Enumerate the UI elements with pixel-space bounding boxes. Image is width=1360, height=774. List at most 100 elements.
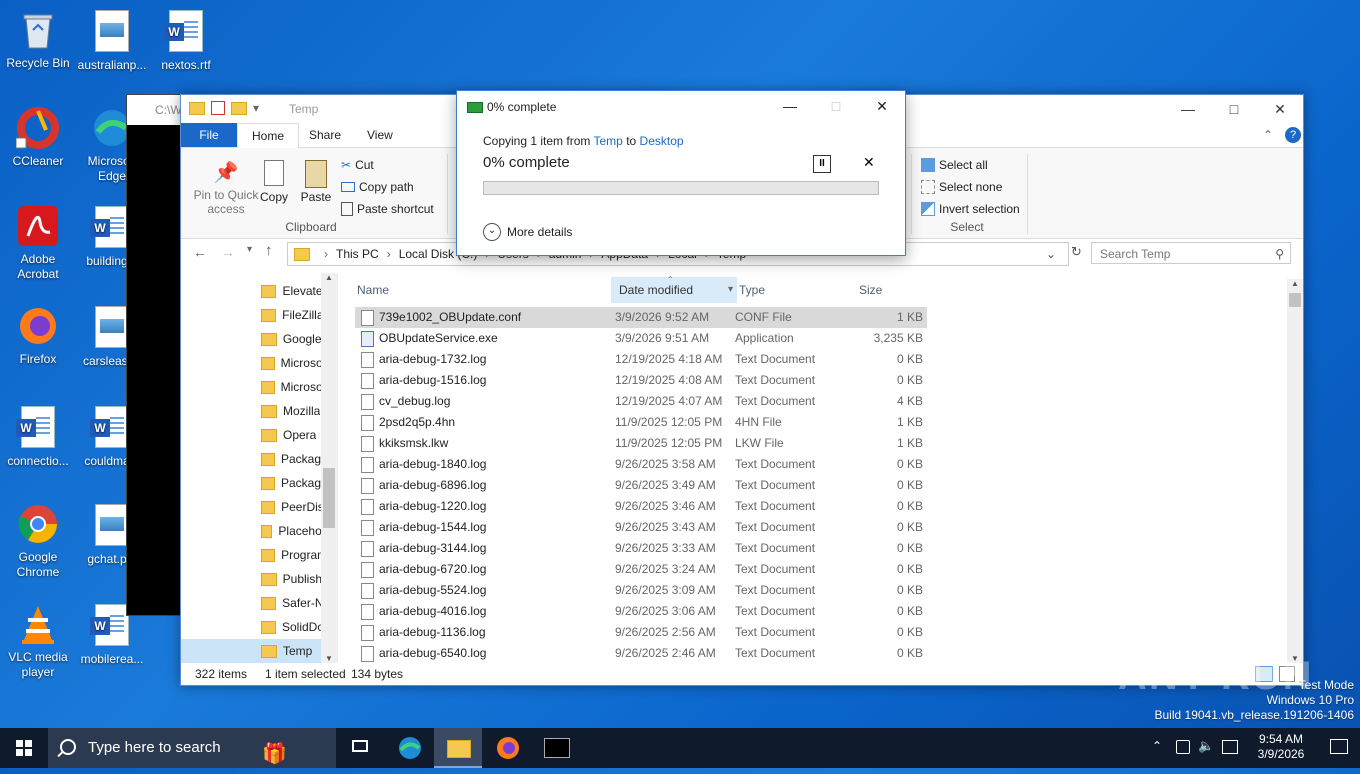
scroll-thumb[interactable] (1289, 293, 1301, 307)
file-row[interactable]: aria-debug-1220.log 9/26/2025 3:46 AM Text… (355, 496, 927, 517)
nav-item[interactable]: Microsoft (261, 351, 321, 375)
scroll-up-icon[interactable]: ▲ (1287, 279, 1303, 288)
dialog-title-bar[interactable]: 0% complete — □ ✕ (457, 91, 905, 121)
system-clock[interactable]: 9:54 AM 3/9/2026 (1246, 732, 1316, 762)
desktop-icon-ccleaner[interactable]: CCleaner (0, 106, 76, 169)
nav-item[interactable]: Google (261, 327, 321, 351)
task-view-button[interactable] (338, 728, 386, 768)
file-row[interactable]: aria-debug-6896.log 9/26/2025 3:49 AM Text… (355, 475, 927, 496)
notifications-icon[interactable] (1330, 739, 1348, 754)
more-details-toggle[interactable]: ⌄ More details (483, 223, 572, 241)
copy-progress-dialog[interactable]: 0% complete — □ ✕ Copying 1 item from Te… (456, 90, 906, 256)
desktop-icon-chrome[interactable]: Google Chrome (0, 502, 76, 580)
maximize-button[interactable]: □ (1211, 95, 1257, 123)
column-header-name[interactable]: Name (357, 277, 389, 303)
minimize-button[interactable]: — (1165, 95, 1211, 123)
dialog-close-button[interactable]: ✕ (859, 91, 905, 121)
file-row[interactable]: cv_debug.log 12/19/2025 4:07 AM Text Docum… (355, 391, 927, 412)
recent-locations-icon[interactable]: ▾ (247, 244, 252, 255)
file-row[interactable]: aria-debug-6720.log 9/26/2025 3:24 AM Text… (355, 559, 927, 580)
taskbar-command-prompt[interactable] (532, 728, 580, 768)
chevron-down-icon[interactable]: ▾ (728, 277, 733, 303)
file-row[interactable]: aria-debug-1516.log 12/19/2025 4:08 AM Tex… (355, 370, 927, 391)
breadcrumb-this-pc[interactable]: This PC (336, 247, 379, 261)
nav-item[interactable]: SolidDo (261, 615, 321, 639)
nav-item[interactable]: Temp (181, 639, 321, 663)
nav-item[interactable]: Package (261, 447, 321, 471)
file-row[interactable]: OBUpdateService.exe 3/9/2026 9:51 AM Appli… (355, 328, 927, 349)
properties-icon[interactable] (211, 101, 225, 115)
file-row[interactable]: aria-debug-1136.log 9/26/2025 2:56 AM Text… (355, 622, 927, 643)
search-input[interactable]: Search Temp ⚲ (1091, 242, 1291, 264)
file-row[interactable]: kkiksmsk.lkw 11/9/2025 12:05 PM LKW File 1 … (355, 433, 927, 454)
taskbar-search-box[interactable]: Type here to search 🎁 (48, 728, 336, 768)
taskbar-edge[interactable] (386, 728, 434, 768)
help-icon[interactable]: ? (1285, 127, 1301, 143)
chevron-down-icon[interactable]: ⌄ (1046, 247, 1056, 261)
paste-button[interactable]: Paste (299, 160, 333, 204)
chevron-up-icon[interactable]: ⌃ (1263, 128, 1273, 142)
nav-item[interactable]: Elevate (261, 279, 321, 303)
destination-link[interactable]: Desktop (640, 134, 684, 148)
navigation-scrollbar[interactable]: ▲ ▼ (321, 273, 337, 663)
forward-arrow-icon[interactable]: → (221, 244, 235, 260)
tab-file[interactable]: File (181, 123, 237, 147)
file-row[interactable]: aria-debug-5524.log 9/26/2025 3:09 AM Text… (355, 580, 927, 601)
copy-button[interactable]: Copy (257, 160, 291, 204)
file-row[interactable]: aria-debug-1840.log 9/26/2025 3:58 AM Text… (355, 454, 927, 475)
taskbar-firefox[interactable] (484, 728, 532, 768)
pause-button[interactable]: II (813, 155, 831, 173)
file-row[interactable]: aria-debug-3144.log 9/26/2025 3:33 AM Text… (355, 538, 927, 559)
source-link[interactable]: Temp (594, 134, 623, 148)
nav-item[interactable]: Placeholder (261, 519, 321, 543)
file-list-scrollbar[interactable]: ▲ ▼ (1287, 279, 1303, 663)
nav-item[interactable]: Program (261, 543, 321, 567)
tab-home[interactable]: Home (237, 123, 300, 149)
close-button[interactable]: ✕ (1257, 95, 1303, 123)
scroll-thumb[interactable] (323, 468, 335, 528)
cancel-copy-button[interactable]: ✕ (863, 154, 875, 171)
invert-selection-button[interactable]: Invert selection (921, 202, 1020, 216)
file-row[interactable]: aria-debug-1732.log 12/19/2025 4:18 AM Tex… (355, 349, 927, 370)
scroll-up-icon[interactable]: ▲ (321, 273, 337, 282)
chevron-up-icon[interactable]: ⌃ (1152, 739, 1162, 753)
nav-item[interactable]: Opera (261, 423, 321, 447)
network-icon[interactable] (1176, 740, 1190, 754)
desktop-icon-vlc[interactable]: VLC media player (0, 602, 76, 680)
file-row[interactable]: aria-debug-6540.log 9/26/2025 2:46 AM Text… (355, 643, 927, 664)
paste-shortcut-button[interactable]: Paste shortcut (341, 202, 434, 216)
select-all-button[interactable]: Select all (921, 158, 988, 172)
tab-share[interactable]: Share (295, 123, 355, 147)
scroll-down-icon[interactable]: ▼ (321, 654, 337, 663)
file-row[interactable]: 2psd2q5p.4hn 11/9/2025 12:05 PM 4HN File 1 … (355, 412, 927, 433)
volume-icon[interactable]: 🔈 (1198, 738, 1214, 754)
desktop-icon-firefox[interactable]: Firefox (0, 304, 76, 367)
nav-item[interactable]: Package (261, 471, 321, 495)
file-row[interactable]: 739e1002_OBUpdate.conf 3/9/2026 9:52 AM CO… (355, 307, 927, 328)
tab-view[interactable]: View (353, 123, 407, 147)
back-arrow-icon[interactable]: ← (193, 244, 207, 260)
copy-path-button[interactable]: Copy path (341, 180, 414, 194)
nav-item[interactable]: FileZilla (261, 303, 321, 327)
pin-to-quick-access-button[interactable]: 📌 Pin to Quick access (187, 160, 265, 216)
keyboard-icon[interactable] (1222, 740, 1238, 754)
file-row[interactable]: aria-debug-4016.log 9/26/2025 3:06 AM Text… (355, 601, 927, 622)
select-none-button[interactable]: Select none (921, 180, 1002, 194)
desktop-icon-recycle-bin[interactable]: Recycle Bin (0, 8, 76, 71)
start-button[interactable] (0, 728, 48, 768)
taskbar-file-explorer[interactable] (434, 728, 482, 768)
column-header-size[interactable]: Size (859, 277, 882, 303)
column-header-type[interactable]: Type (739, 277, 765, 303)
chevron-down-icon[interactable]: ▾ (253, 101, 259, 115)
refresh-icon[interactable]: ↻ (1071, 244, 1082, 260)
dialog-minimize-button[interactable]: — (767, 91, 813, 121)
new-folder-icon[interactable] (231, 101, 247, 115)
cut-button[interactable]: ✂ Cut (341, 158, 374, 172)
column-header-date-modified[interactable]: Date modified ⌃ ▾ (611, 275, 737, 303)
file-row[interactable]: aria-debug-1544.log 9/26/2025 3:43 AM Text… (355, 517, 927, 538)
nav-item[interactable]: Publish (261, 567, 321, 591)
desktop-icon-australianp[interactable]: australianp... (74, 8, 150, 73)
up-arrow-icon[interactable]: ↑ (265, 242, 273, 259)
nav-item[interactable]: PeerDist (261, 495, 321, 519)
desktop-icon-nextos[interactable]: W nextos.rtf (148, 8, 224, 73)
